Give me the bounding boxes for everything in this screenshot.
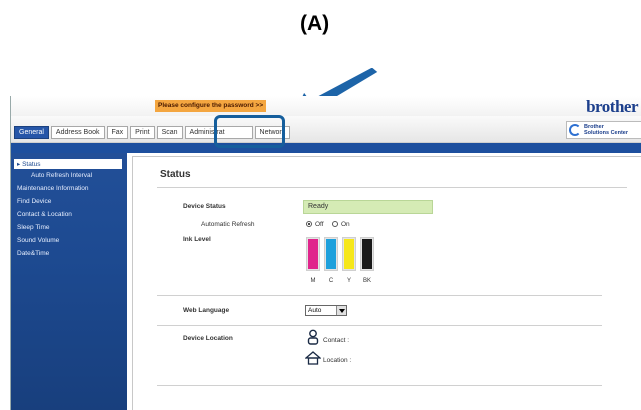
ink-label-y: Y [346,278,351,284]
solutions-center-label: Brother Solutions Center [584,124,628,136]
sidebar-item-status[interactable]: ▸ Status [14,159,122,169]
sidebar-item-contact-location[interactable]: Contact & Location [17,211,72,218]
contact-person-icon [307,329,319,345]
tab-address-book[interactable]: Address Book [50,126,105,139]
ink-level-label: Ink Level [183,236,211,243]
device-status-value: Ready [303,200,433,214]
solutions-center-button[interactable]: Brother Solutions Center [566,121,641,139]
sidebar-item-find-device[interactable]: Find Device [17,198,51,205]
ink-label-bk: BK [362,278,371,284]
tab-bar: General Address Book Fax Print Scan Admi… [11,116,641,143]
section-divider [157,385,602,386]
auto-refresh-on-label: On [341,221,350,228]
tab-general[interactable]: General [14,126,49,139]
sidebar-item-sound-volume[interactable]: Sound Volume [17,237,59,244]
header-divider [11,143,641,153]
ink-bar-black [362,239,372,269]
web-language-select[interactable]: Auto [305,305,347,316]
sidebar-item-sleep-time[interactable]: Sleep Time [17,224,50,231]
chevron-down-icon [336,306,346,315]
network-tab-highlight [214,115,285,148]
web-language-label: Web Language [183,307,230,314]
web-management-screenshot: Please configure the password >> brother… [10,96,641,410]
sidebar: ▸ Status Auto Refresh Interval Maintenan… [11,153,127,410]
sidebar-item-date-time[interactable]: Date&Time [17,250,49,257]
figure: (A) Please configure the password >> bro… [0,0,641,410]
solutions-center-icon [569,124,581,136]
page-title: Status [160,169,191,180]
sidebar-item-auto-refresh-interval[interactable]: Auto Refresh Interval [31,172,92,179]
section-divider [157,325,602,326]
device-location-label: Device Location [183,335,233,342]
top-bar: Please configure the password >> brother [11,96,641,116]
auto-refresh-on-radio[interactable] [332,221,338,227]
auto-refresh-off-radio[interactable] [306,221,312,227]
ink-bar-magenta [308,239,318,269]
tab-fax[interactable]: Fax [106,126,129,139]
ink-label-m: M [310,278,316,284]
tab-scan[interactable]: Scan [156,126,183,139]
automatic-refresh-label: Automatic Refresh [201,221,255,228]
figure-caption: (A) [300,12,330,35]
location-home-icon [305,351,321,365]
tab-print[interactable]: Print [130,126,155,139]
ink-bar-yellow [344,239,354,269]
device-status-label: Device Status [183,203,226,210]
section-divider [157,295,602,296]
location-label: Location : [323,357,352,364]
web-language-value: Auto [308,307,322,314]
sidebar-item-label: Status [22,161,41,168]
main-content: Status Device Status Ready Automatic Ref… [132,156,641,410]
contact-label: Contact : [323,337,350,344]
solutions-center-line2: Solutions Center [584,130,629,136]
password-warning-link[interactable]: Please configure the password >> [155,100,267,112]
ink-label-c: C [328,278,334,284]
ink-bar-cyan [326,239,336,269]
sidebar-item-maintenance-information[interactable]: Maintenance Information [17,185,89,192]
title-divider [157,187,627,188]
brand-logo: brother [586,97,638,116]
auto-refresh-off-label: Off [315,221,324,228]
